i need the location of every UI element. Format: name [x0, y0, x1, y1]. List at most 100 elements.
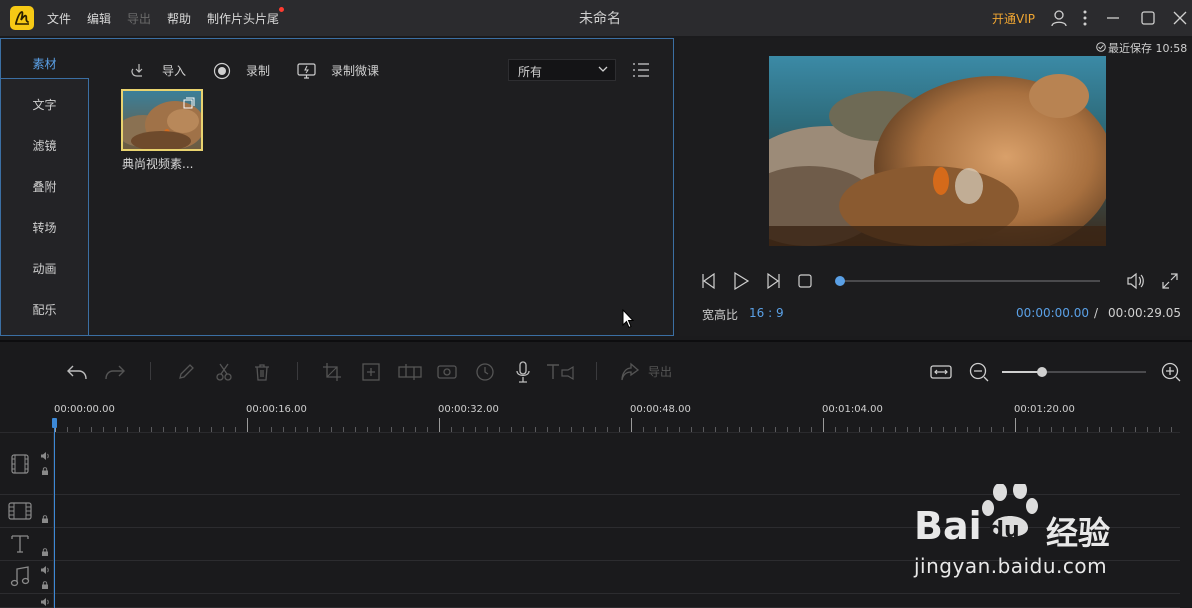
- zoom-frame-icon[interactable]: [361, 362, 381, 382]
- zoom-slider-fill: [1002, 371, 1042, 373]
- menu-export[interactable]: 导出: [127, 10, 151, 27]
- side-tabs-background: [1, 79, 89, 335]
- overlay-track-icon: [8, 501, 32, 521]
- mosaic-icon[interactable]: [398, 362, 422, 382]
- next-frame-icon[interactable]: [764, 272, 782, 290]
- stop-icon[interactable]: [798, 274, 812, 288]
- tab-overlay[interactable]: 叠附: [0, 178, 89, 195]
- watermark-url: jingyan.baidu.com: [914, 554, 1108, 578]
- record-course-button[interactable]: 录制微课: [331, 62, 379, 79]
- current-time: 00:00:00.00: [1016, 306, 1089, 320]
- export-icon[interactable]: [620, 362, 640, 382]
- zoom-in-icon[interactable]: [1160, 361, 1182, 383]
- microphone-icon[interactable]: [514, 361, 532, 383]
- delete-icon[interactable]: [252, 362, 272, 382]
- media-panel: [0, 38, 674, 336]
- play-icon[interactable]: [732, 272, 750, 290]
- app-logo-icon: [10, 6, 34, 30]
- playhead-handle[interactable]: [52, 418, 57, 428]
- edit-pencil-icon[interactable]: [176, 362, 196, 382]
- record-course-icon[interactable]: [297, 62, 317, 80]
- watermark-brand: Bai: [914, 504, 982, 548]
- aspect-ratio-value[interactable]: 16 : 9: [749, 306, 784, 320]
- user-icon[interactable]: [1050, 9, 1068, 27]
- track-lock-icon[interactable]: [40, 580, 50, 590]
- aspect-ratio-label: 宽高比: [702, 308, 739, 322]
- record-icon[interactable]: [213, 62, 231, 80]
- track-lock-icon[interactable]: [40, 514, 50, 524]
- notification-dot: [279, 7, 284, 12]
- fit-timeline-icon[interactable]: [930, 362, 952, 382]
- ruler-label: 00:00:48.00: [630, 404, 691, 415]
- time-ruler[interactable]: [55, 418, 1180, 432]
- time-separator: /: [1094, 306, 1099, 320]
- svg-text:du: du: [988, 518, 1019, 543]
- track-mute-icon[interactable]: [40, 451, 50, 461]
- text-to-speech-icon[interactable]: [546, 362, 576, 382]
- minimize-icon[interactable]: [1106, 9, 1120, 27]
- video-track-icon: [10, 454, 30, 474]
- side-tabs-divider: [88, 78, 89, 336]
- side-tabs-divider-top: [0, 78, 89, 79]
- track-lock-icon[interactable]: [40, 547, 50, 557]
- volume-icon[interactable]: [1126, 271, 1146, 291]
- tab-text[interactable]: 文字: [0, 96, 89, 113]
- ruler-label: 00:00:16.00: [246, 404, 307, 415]
- text-track-icon: [10, 534, 30, 554]
- record-button[interactable]: 录制: [246, 62, 270, 79]
- music-track-icon: [10, 566, 30, 588]
- menu-edit[interactable]: 编辑: [87, 10, 111, 27]
- more-icon[interactable]: [1080, 9, 1090, 27]
- track-mute-icon[interactable]: [40, 597, 50, 607]
- zoom-out-icon[interactable]: [968, 361, 990, 383]
- tab-filter[interactable]: 滤镜: [0, 137, 89, 154]
- copy-icon: [183, 97, 195, 109]
- toolbar-separator: [596, 362, 597, 380]
- tab-transition[interactable]: 转场: [0, 219, 89, 236]
- ruler-label: 00:00:00.00: [54, 404, 115, 415]
- playhead-line[interactable]: [54, 418, 55, 608]
- menu-make-intro-outro[interactable]: 制作片头片尾: [207, 10, 279, 27]
- media-item-name: 典尚视频素...: [122, 157, 194, 171]
- crop-icon[interactable]: [322, 362, 342, 382]
- import-icon[interactable]: [130, 62, 148, 78]
- autosave-status: 最近保存 10:58: [1108, 42, 1188, 55]
- list-view-icon[interactable]: [632, 62, 650, 78]
- fullscreen-icon[interactable]: [1161, 272, 1179, 290]
- close-icon[interactable]: [1172, 9, 1188, 27]
- window-title: 未命名: [579, 11, 621, 27]
- freeze-frame-icon[interactable]: [437, 362, 457, 382]
- scissors-icon[interactable]: [214, 362, 234, 382]
- timeline-export-button[interactable]: 导出: [648, 363, 672, 380]
- import-button[interactable]: 导入: [162, 62, 186, 79]
- menu-help[interactable]: 帮助: [167, 10, 191, 27]
- undo-icon[interactable]: [66, 362, 88, 382]
- menu-file[interactable]: 文件: [47, 10, 71, 27]
- mouse-cursor-icon: [622, 309, 634, 329]
- audio-track[interactable]: [0, 594, 1180, 608]
- tab-animation[interactable]: 动画: [0, 260, 89, 277]
- watermark-brand-cn: 经验: [1046, 514, 1111, 552]
- track-lock-icon[interactable]: [40, 466, 50, 476]
- preview-video: [769, 56, 1106, 246]
- playback-progress-knob[interactable]: [835, 276, 845, 286]
- duration-clock-icon[interactable]: [475, 362, 495, 382]
- ruler-label: 00:01:20.00: [1014, 404, 1075, 415]
- redo-icon[interactable]: [104, 362, 126, 382]
- baidu-watermark: du Bai 经验 jingyan.baidu.com: [912, 484, 1182, 580]
- previous-frame-icon[interactable]: [700, 272, 718, 290]
- maximize-icon[interactable]: [1140, 9, 1156, 27]
- ruler-label: 00:00:32.00: [438, 404, 499, 415]
- track-mute-icon[interactable]: [40, 565, 50, 575]
- filter-select-value: 所有: [518, 65, 543, 79]
- tab-music[interactable]: 配乐: [0, 301, 89, 318]
- total-time: 00:00:29.05: [1108, 306, 1181, 320]
- tab-material[interactable]: 素材: [0, 55, 89, 72]
- chevron-down-icon: [598, 65, 608, 73]
- toolbar-separator: [150, 362, 151, 380]
- zoom-slider-knob[interactable]: [1037, 367, 1047, 377]
- toolbar-separator: [297, 362, 298, 380]
- playback-progress-track[interactable]: [840, 280, 1100, 282]
- vip-button[interactable]: 开通VIP: [992, 10, 1035, 27]
- ruler-label: 00:01:04.00: [822, 404, 883, 415]
